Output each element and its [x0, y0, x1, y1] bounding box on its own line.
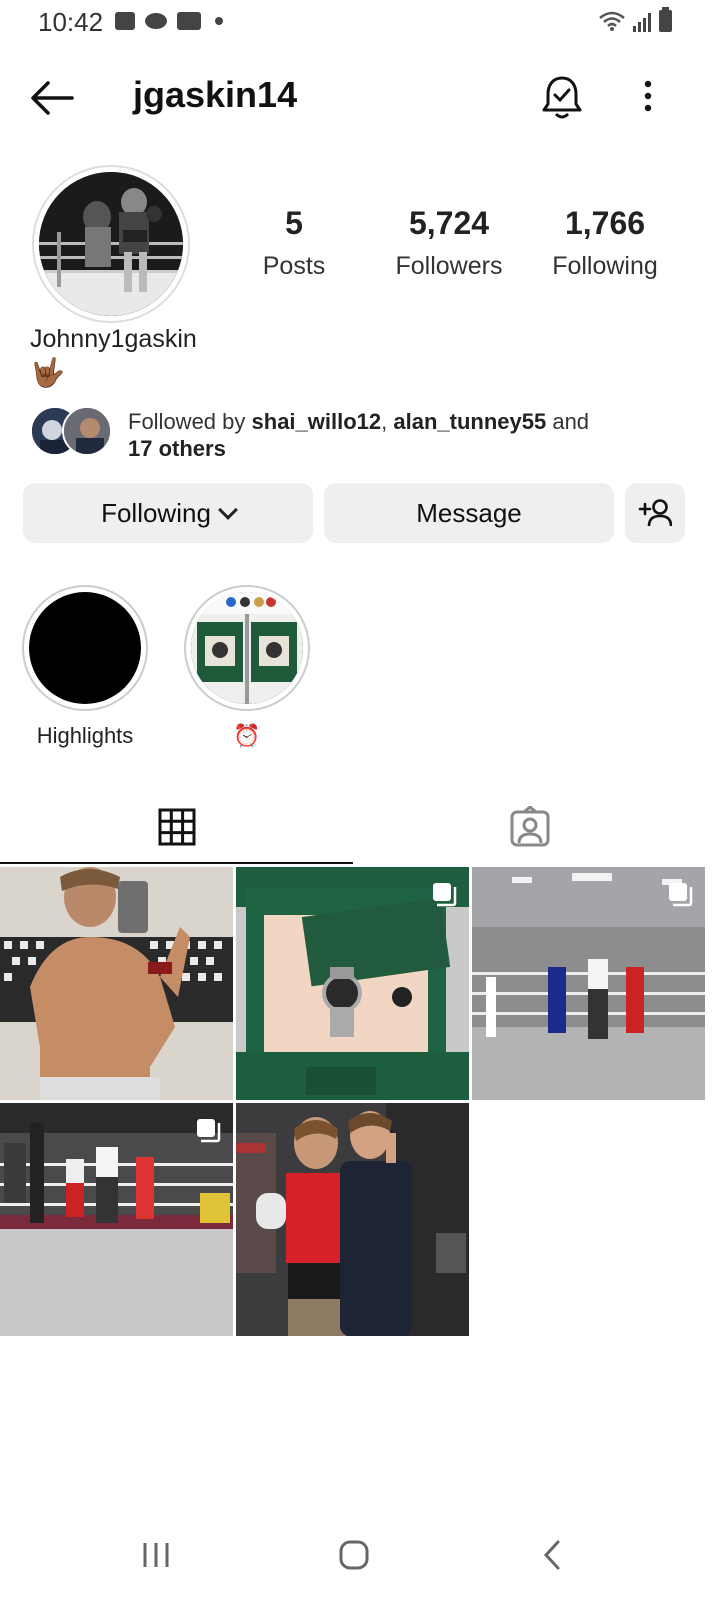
active-tab-indicator [0, 862, 353, 864]
highlight-ring [22, 585, 148, 711]
followers-count: 5,724 [408, 205, 490, 241]
more-options-icon[interactable] [638, 76, 658, 116]
chevron-down-icon [218, 500, 238, 520]
recent-apps-icon [143, 1543, 169, 1567]
grid-icon [158, 808, 195, 846]
mutual-user-link[interactable]: shai_willo12 [252, 409, 382, 434]
following-stat[interactable]: 1,766 Following [540, 205, 670, 281]
highlight-cover [191, 592, 303, 704]
profile-header: jgaskin14 [0, 60, 720, 132]
multiple-images-icon [433, 883, 457, 907]
mutual-avatar [62, 406, 112, 456]
and-text: and [546, 409, 590, 434]
bio-text: 🤟🏾 [30, 357, 65, 388]
followed-by-prefix: Followed by [128, 409, 252, 434]
post-thumbnail[interactable] [0, 1103, 233, 1336]
others-link[interactable]: 17 others [128, 436, 226, 461]
separator: , [381, 409, 394, 434]
display-name: Johnny1gaskin [30, 325, 197, 353]
highlight-cover [29, 592, 141, 704]
profile-avatar[interactable] [32, 165, 190, 323]
highlight-ring [184, 585, 310, 711]
tab-posts-grid[interactable] [0, 790, 353, 864]
suggested-users-button[interactable] [625, 483, 685, 543]
chevron-left-icon [543, 1540, 560, 1570]
story-highlight[interactable]: ⏰ [184, 585, 310, 749]
youtube-icon [177, 12, 201, 30]
home-icon [339, 1540, 369, 1570]
highlight-label: Highlights [36, 723, 134, 748]
post-thumbnail[interactable] [236, 867, 469, 1100]
add-user-icon [638, 499, 672, 527]
multiple-images-icon [669, 883, 693, 907]
system-icons [599, 7, 672, 32]
followed-by-row[interactable]: Followed by shai_willo12, alan_tunney55 … [30, 406, 710, 462]
following-count: 1,766 [564, 205, 646, 241]
tab-tagged[interactable] [353, 790, 706, 864]
recent-apps-button[interactable] [126, 1530, 186, 1580]
posts-count: 5 [285, 205, 303, 241]
home-button[interactable] [324, 1530, 384, 1580]
tagged-icon [510, 806, 549, 847]
message-button[interactable]: Message [324, 483, 614, 543]
profile-tabs [0, 790, 720, 866]
avatar-image [39, 172, 183, 316]
wifi-icon [599, 11, 625, 31]
posts-label: Posts [262, 252, 326, 280]
message-button-label: Message [416, 497, 522, 528]
following-label: Following [552, 252, 658, 280]
post-thumbnail[interactable] [236, 1103, 469, 1336]
followers-label: Followers [395, 252, 503, 280]
multiple-images-icon [197, 1119, 221, 1143]
system-navigation-bar [0, 1520, 720, 1600]
status-time: 10:42 [38, 7, 104, 37]
notification-bell-icon[interactable] [540, 74, 584, 120]
battery-icon [659, 7, 672, 32]
highlight-label: ⏰ [233, 723, 261, 748]
post-thumbnail[interactable] [472, 867, 705, 1100]
mutual-avatars [30, 406, 116, 458]
status-bar: 10:42 [0, 0, 720, 48]
mutual-user-link[interactable]: alan_tunney55 [393, 409, 546, 434]
system-back-button[interactable] [522, 1530, 582, 1580]
post-thumbnail[interactable] [0, 867, 233, 1100]
signal-icon [633, 12, 651, 32]
back-arrow-icon[interactable] [28, 78, 76, 118]
following-button-label: Following [101, 497, 211, 528]
notification-icons [115, 12, 223, 30]
more-notifications-icon [215, 17, 223, 25]
posts-stat[interactable]: 5 Posts [244, 205, 344, 281]
followers-stat[interactable]: 5,724 Followers [384, 205, 514, 281]
followed-by-text: Followed by shai_willo12, alan_tunney55 … [128, 408, 648, 462]
profile-username: jgaskin14 [133, 74, 298, 115]
gallery-icon [115, 12, 135, 30]
story-highlight[interactable]: Highlights [22, 585, 148, 749]
messenger-icon [145, 13, 167, 29]
following-button[interactable]: Following [23, 483, 313, 543]
